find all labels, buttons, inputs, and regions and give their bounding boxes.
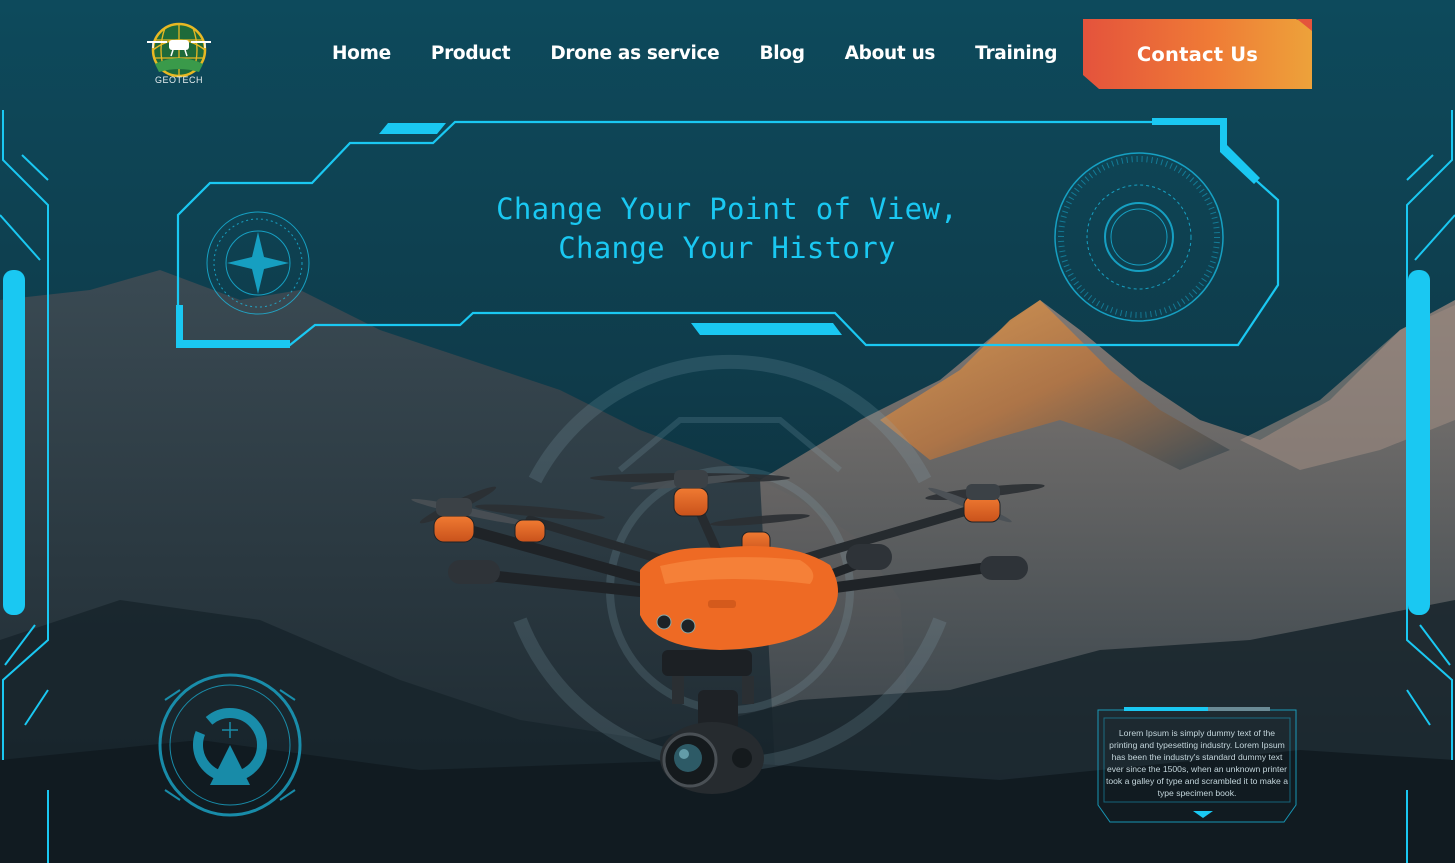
nav-item-home[interactable]: Home bbox=[332, 43, 391, 64]
contact-us-button[interactable]: Contact Us bbox=[1083, 19, 1312, 89]
hero-scene: GEOTECH Home Product Drone as service Bl… bbox=[0, 0, 1455, 863]
hero-headline-line-2: Change Your History bbox=[558, 231, 896, 265]
main-nav: Home Product Drone as service Blog About… bbox=[332, 43, 1058, 64]
nav-item-product[interactable]: Product bbox=[431, 43, 511, 64]
nav-item-training[interactable]: Training bbox=[975, 43, 1057, 64]
hero-headline-line-1: Change Your Point of View, bbox=[496, 192, 958, 226]
nav-item-drone-as-service[interactable]: Drone as service bbox=[550, 43, 719, 64]
info-panel-text: Lorem Ipsum is simply dummy text of the … bbox=[1105, 728, 1288, 798]
nav-item-about-us[interactable]: About us bbox=[845, 43, 936, 64]
hero-headline: Change Your Point of View, Change Your H… bbox=[440, 190, 1014, 268]
nav-item-blog[interactable]: Blog bbox=[759, 43, 805, 64]
brand-name: GEOTECH bbox=[154, 75, 203, 85]
